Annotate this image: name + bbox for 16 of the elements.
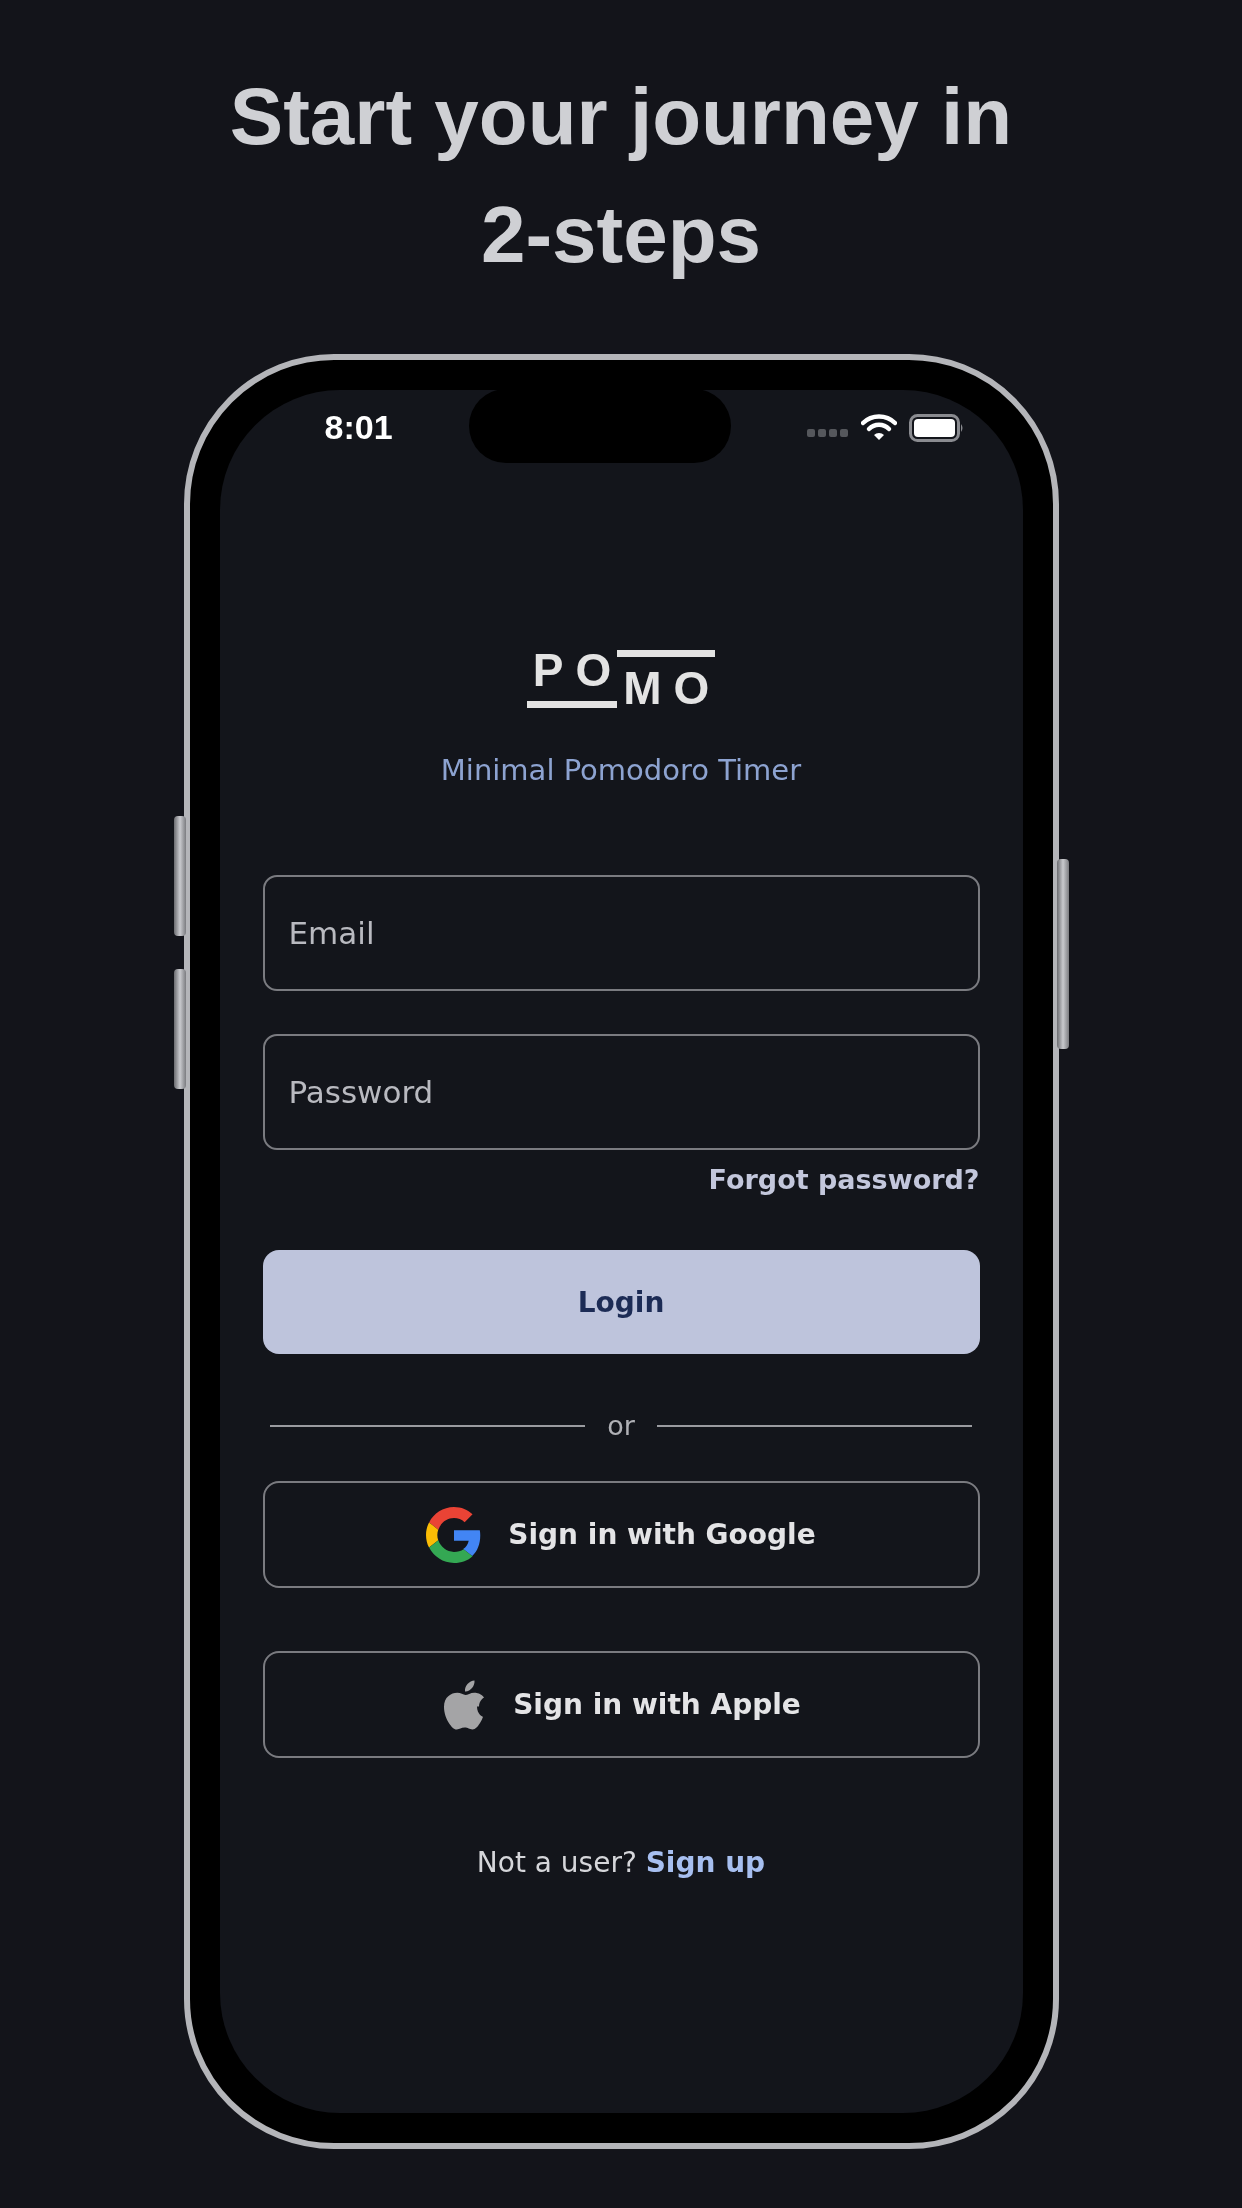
social-sign-in-button[interactable]: Sign in with Apple <box>262 1651 980 1758</box>
divider-text: or <box>607 1410 635 1441</box>
signup-prompt: Not a user? Sign up <box>476 1846 766 1879</box>
social-sign-in-button[interactable]: Sign in with Google <box>262 1481 980 1588</box>
wifi-icon <box>860 414 897 441</box>
tagline: Minimal Pomodoro Timer <box>440 753 802 787</box>
battery-icon <box>908 413 965 442</box>
g-logo-icon <box>426 1506 483 1563</box>
input-field[interactable]: Email <box>262 875 980 991</box>
login-button[interactable]: Login <box>262 1250 980 1354</box>
headline: Start your journey in 2-steps <box>228 71 1014 281</box>
forgot-password-link[interactable]: Forgot password? <box>708 1164 980 1195</box>
signal-icon <box>806 427 849 438</box>
status-time: 8:01 <box>324 408 393 447</box>
input-field[interactable]: Password <box>262 1034 980 1150</box>
sign-up-link[interactable]: Sign up <box>645 1846 766 1879</box>
